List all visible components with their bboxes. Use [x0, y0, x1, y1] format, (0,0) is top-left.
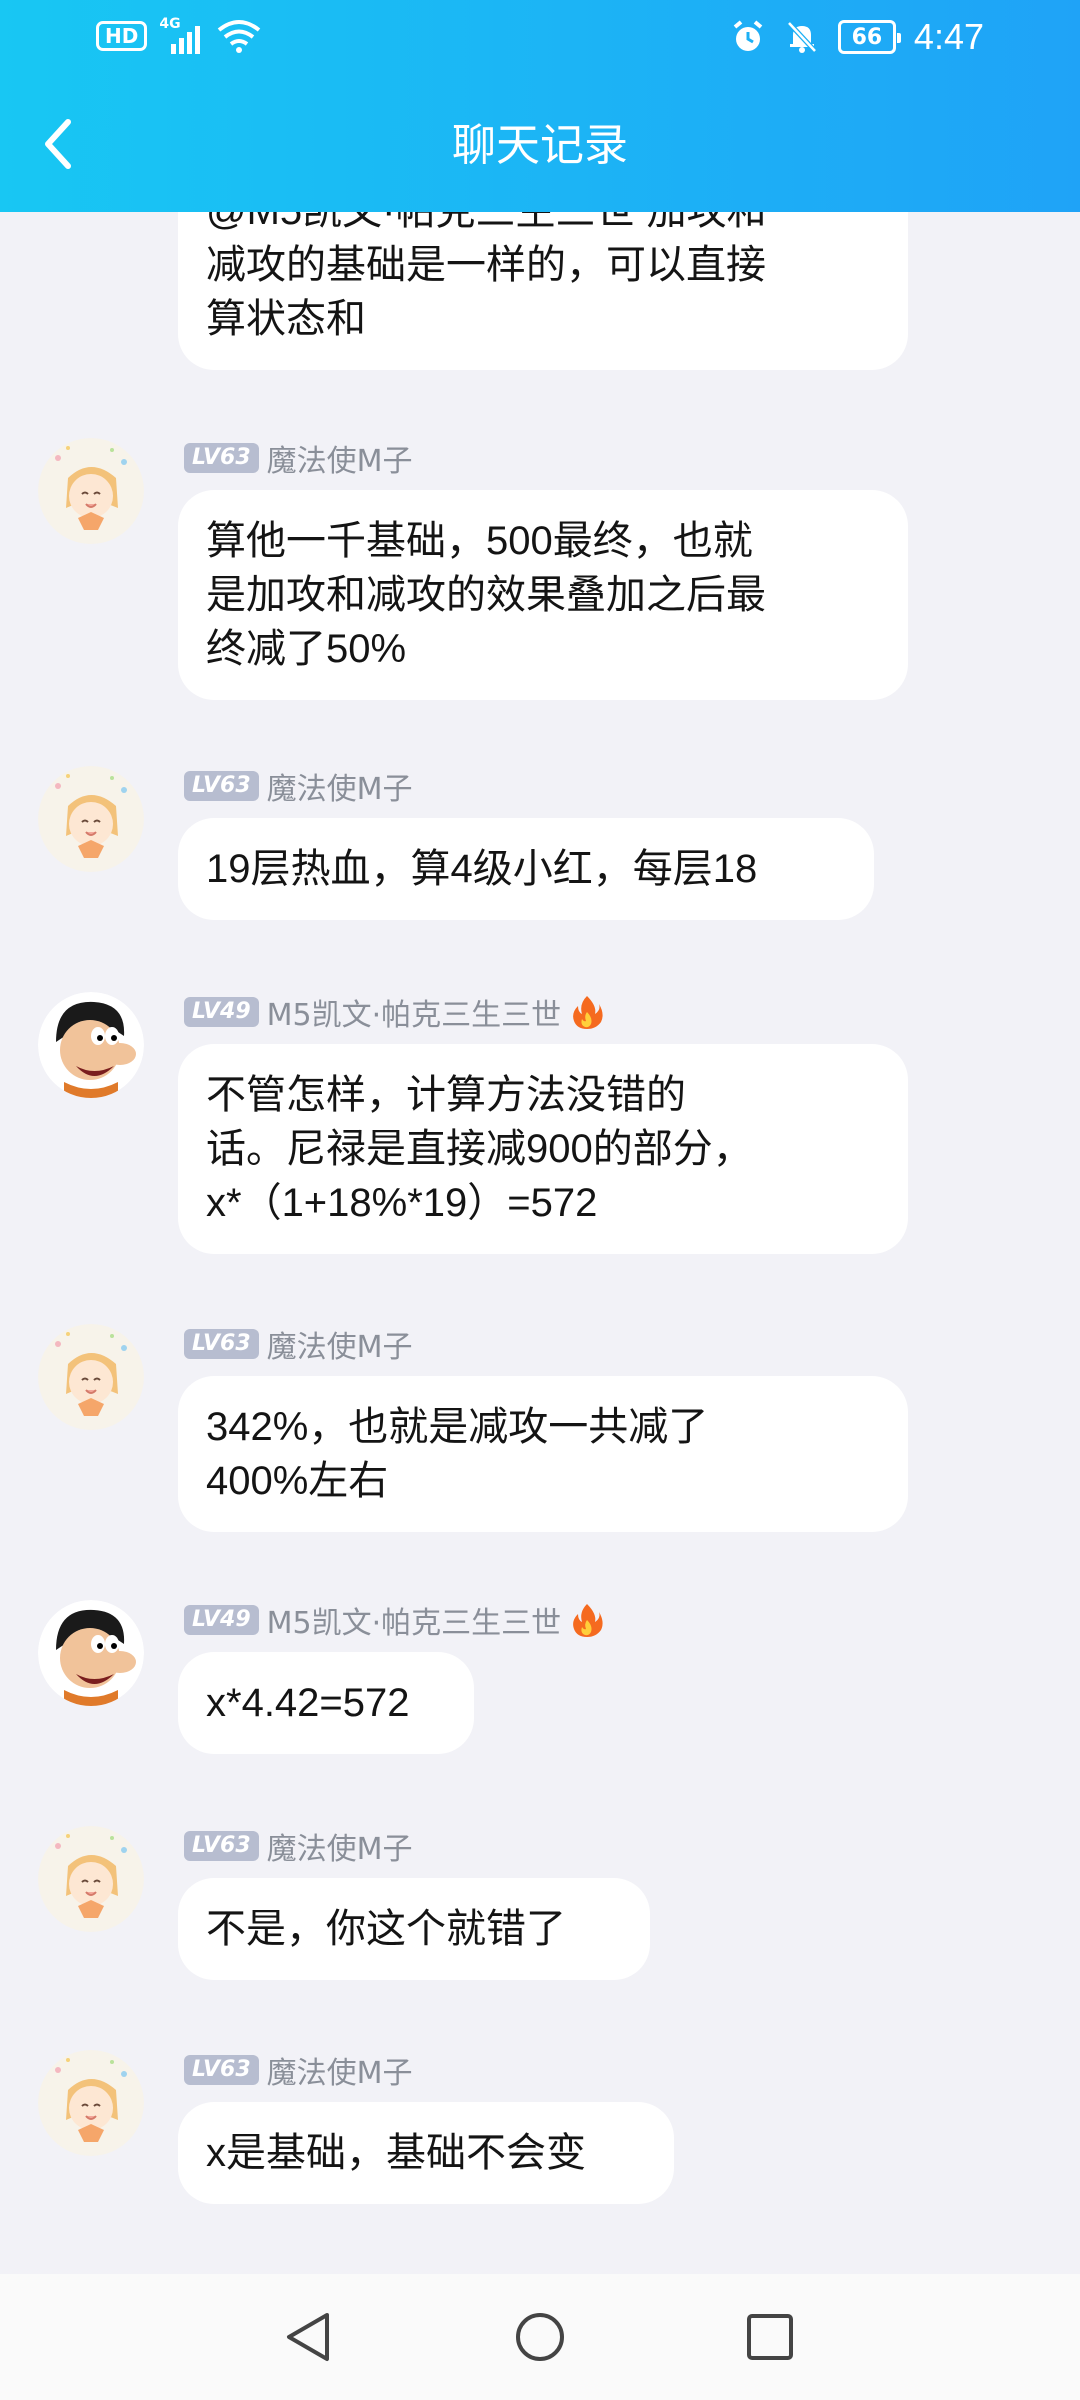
message-meta: LV63 魔法使M子 — [184, 1824, 413, 1868]
level-badge: LV63 — [184, 1830, 259, 1862]
chat-history[interactable]: @M5凯文·帕克三生三世 加攻和 减攻的基础是一样的，可以直接 算状态和 LV6… — [0, 212, 1080, 2272]
message-meta: LV63 魔法使M子 — [184, 436, 413, 480]
status-bar: HD 4G 66 4:47 — [0, 0, 1080, 80]
message-meta: LV63 魔法使M子 — [184, 764, 413, 808]
user-avatar[interactable] — [38, 1600, 144, 1706]
message-bubble[interactable]: 不管怎样，计算方法没错的 话。尼禄是直接减900的部分， x*（1+18%*19… — [178, 1044, 908, 1254]
back-button[interactable] — [30, 112, 86, 176]
message-meta: LV63 魔法使M子 — [184, 2048, 413, 2092]
battery-icon: 66 — [837, 20, 901, 54]
message-meta: LV63 魔法使M子 — [184, 1322, 413, 1366]
level-badge: LV63 — [184, 442, 259, 474]
user-avatar[interactable] — [38, 1324, 144, 1430]
nav-recents-button[interactable] — [740, 2307, 800, 2367]
sender-name[interactable]: 魔法使M子 — [267, 764, 413, 808]
user-avatar[interactable] — [38, 438, 144, 544]
hd-badge: HD — [96, 21, 148, 51]
home-circle-icon — [516, 2313, 564, 2361]
chevron-left-icon — [45, 119, 71, 169]
sender-name[interactable]: M5凯文·帕克三生三世 — [267, 1598, 562, 1642]
recents-square-icon — [747, 2314, 793, 2360]
mute-bell-icon — [787, 21, 817, 53]
back-triangle-icon — [287, 2313, 329, 2361]
message-bubble[interactable]: 19层热血，算4级小红，每层18 — [178, 818, 874, 920]
user-avatar[interactable] — [38, 766, 144, 872]
status-right: 66 4:47 — [730, 16, 984, 58]
message-bubble[interactable]: 算他一千基础，500最终，也就 是加攻和减攻的效果叠加之后最 终减了50% — [178, 490, 908, 700]
title-bar: 聊天记录 — [0, 80, 1080, 212]
user-avatar[interactable] — [38, 1826, 144, 1932]
nav-home-button[interactable] — [510, 2307, 570, 2367]
level-badge: LV63 — [184, 770, 259, 802]
message-bubble[interactable]: 不是，你这个就错了 — [178, 1878, 650, 1980]
sender-name[interactable]: 魔法使M子 — [267, 2048, 413, 2092]
clock: 4:47 — [913, 16, 984, 57]
level-badge: LV49 — [184, 1604, 259, 1636]
message-meta: LV49 M5凯文·帕克三生三世 — [184, 1598, 605, 1642]
message-bubble[interactable]: x是基础，基础不会变 — [178, 2102, 674, 2204]
level-badge: LV63 — [184, 2054, 259, 2086]
nav-back-button[interactable] — [278, 2307, 338, 2367]
level-badge: LV63 — [184, 1328, 259, 1360]
sender-name[interactable]: M5凯文·帕克三生三世 — [267, 990, 562, 1034]
fire-icon — [573, 996, 603, 1029]
message-bubble[interactable]: @M5凯文·帕克三生三世 加攻和 减攻的基础是一样的，可以直接 算状态和 — [178, 212, 908, 370]
sender-name[interactable]: 魔法使M子 — [267, 1322, 413, 1366]
user-avatar[interactable] — [38, 2050, 144, 2156]
fire-icon — [573, 1604, 603, 1637]
message-bubble[interactable]: x*4.42=572 — [178, 1652, 474, 1754]
page-title: 聊天记录 — [452, 120, 628, 171]
wifi-icon — [218, 20, 261, 53]
alarm-icon — [733, 20, 763, 51]
level-badge: LV49 — [184, 996, 259, 1028]
system-navigation-bar — [0, 2274, 1080, 2400]
message-bubble[interactable]: 342%，也就是减攻一共减了 400%左右 — [178, 1376, 908, 1532]
status-left: HD 4G — [96, 16, 263, 54]
sender-name[interactable]: 魔法使M子 — [267, 1824, 413, 1868]
app-header: HD 4G 66 4:47 聊天记录 — [0, 0, 1080, 212]
cellular-signal-icon: 4G — [159, 16, 203, 54]
user-avatar[interactable] — [38, 992, 144, 1098]
sender-name[interactable]: 魔法使M子 — [267, 436, 413, 480]
message-meta: LV49 M5凯文·帕克三生三世 — [184, 990, 605, 1034]
